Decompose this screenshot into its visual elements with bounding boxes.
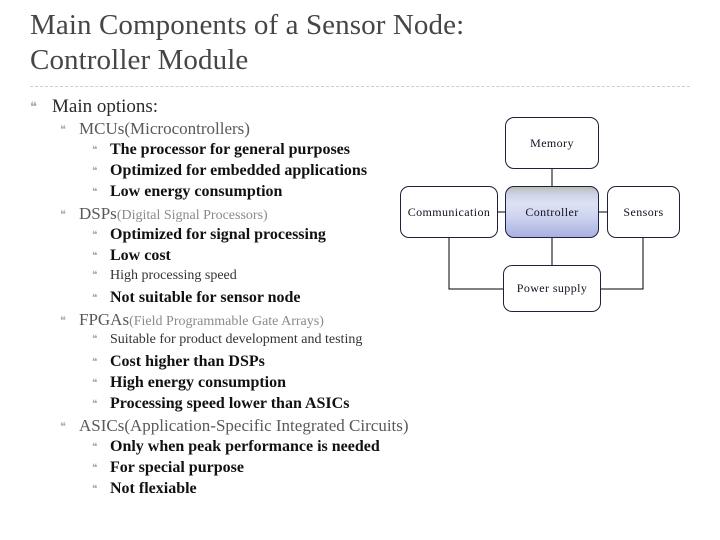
outline-level3-label: Suitable for product development and tes… (110, 332, 363, 347)
outline-level2-expansion: (Application-Specific Integrated Circuit… (124, 416, 409, 435)
outline-level2-expansion: (Digital Signal Processors) (116, 208, 268, 223)
bullet-glyph-icon: ❝ (60, 209, 66, 221)
outline-level3-label: High energy consumption (110, 374, 287, 391)
outline-level3-label: Cost higher than DSPs (110, 353, 265, 370)
controller-module-diagram: Memory Communication Controller Sensors Powe… (395, 112, 685, 322)
bullet-glyph-icon: ❝ (92, 145, 98, 156)
outline-level3-label: Low energy consumption (110, 183, 283, 200)
outline-item-level3-2-1: ❝ Cost higher than DSPs (30, 353, 500, 374)
diagram-node-label: Sensors (623, 204, 664, 219)
diagram-node-label: Power supply (516, 281, 588, 295)
diagram-node-label: Controller (525, 204, 579, 219)
outline-item-level3-2-3: ❝ Processing speed lower than ASICs (30, 395, 500, 416)
bullet-glyph-icon: ❝ (92, 463, 98, 474)
outline-level3-label: Only when peak performance is needed (110, 438, 380, 455)
diagram-node-sensors: Sensors (607, 186, 680, 238)
outline-level3-label: Not suitable for sensor node (110, 289, 301, 306)
title-line-1: Main Components of a Sensor Node: (30, 9, 465, 41)
connector-communication-to-power_supply (448, 238, 503, 290)
bullet-glyph-icon: ❝ (60, 124, 66, 136)
bullet-glyph-icon: ❝ (92, 399, 98, 410)
outline-level3-label: Optimized for embedded applications (110, 162, 368, 179)
title-divider (30, 86, 690, 87)
bullet-glyph-icon: ❝ (60, 421, 66, 433)
slide-title: Main Components of a Sensor Node: Contro… (30, 8, 690, 78)
outline-level3-label: The processor for general purposes (110, 141, 350, 158)
outline-level2-expansion: (Field Programmable Gate Arrays) (129, 314, 324, 329)
outline-level2-heading: FPGAs (79, 310, 130, 329)
slide-canvas: Main Components of a Sensor Node: Contro… (0, 0, 720, 540)
bullet-glyph-icon: ❝ (92, 293, 98, 304)
bullet-glyph-icon: ❝ (30, 99, 37, 114)
outline-level3-label: Processing speed lower than ASICs (110, 395, 350, 412)
diagram-node-communication: Communication (400, 186, 498, 238)
outline-level2-heading: DSPs (79, 204, 117, 223)
bullet-glyph-icon: ❝ (92, 270, 98, 281)
outline-item-level3-2-0: ❝ Suitable for product development and te… (30, 332, 500, 353)
outline-level3-label: Optimized for signal processing (110, 226, 326, 243)
outline-item-level3-3-2: ❝ Not flexiable (30, 480, 500, 501)
outline-level3-label: Not flexiable (110, 480, 197, 497)
diagram-node-label: Communication (407, 204, 491, 219)
title-line-2: Controller Module (30, 44, 249, 76)
bullet-glyph-icon: ❝ (92, 230, 98, 241)
diagram-node-label: Memory (530, 135, 574, 150)
bullet-glyph-icon: ❝ (92, 378, 98, 389)
diagram-node-memory: Memory (505, 117, 599, 169)
bullet-glyph-icon: ❝ (92, 187, 98, 198)
bullet-glyph-icon: ❝ (92, 484, 98, 495)
outline-item-level3-3-1: ❝ For special purpose (30, 459, 500, 480)
bullet-glyph-icon: ❝ (92, 442, 98, 453)
bullet-glyph-icon: ❝ (92, 334, 98, 345)
bullet-glyph-icon: ❝ (92, 166, 98, 177)
outline-level3-label: Low cost (110, 247, 171, 264)
diagram-node-controller: Controller (505, 186, 599, 238)
outline-item-level2-3: ❝ ASICs (Application-Specific Integrated … (30, 416, 500, 438)
bullet-glyph-icon: ❝ (92, 251, 98, 262)
outline-level2-heading: ASICs (79, 416, 125, 435)
outline-level2-expansion: (Microcontrollers) (124, 119, 250, 138)
outline-item-level3-2-2: ❝ High energy consumption (30, 374, 500, 395)
outline-level3-label: For special purpose (110, 459, 244, 476)
outline-level3-label: High processing speed (110, 268, 237, 283)
outline-level1-label: Main options: (52, 96, 159, 117)
bullet-glyph-icon: ❝ (92, 357, 98, 368)
outline-level2-heading: MCUs (79, 119, 125, 138)
outline-item-level3-3-0: ❝ Only when peak performance is needed (30, 438, 500, 459)
bullet-glyph-icon: ❝ (60, 315, 66, 327)
diagram-node-power_supply: Power supply (503, 265, 601, 312)
connector-sensors-to-power_supply (601, 238, 644, 290)
